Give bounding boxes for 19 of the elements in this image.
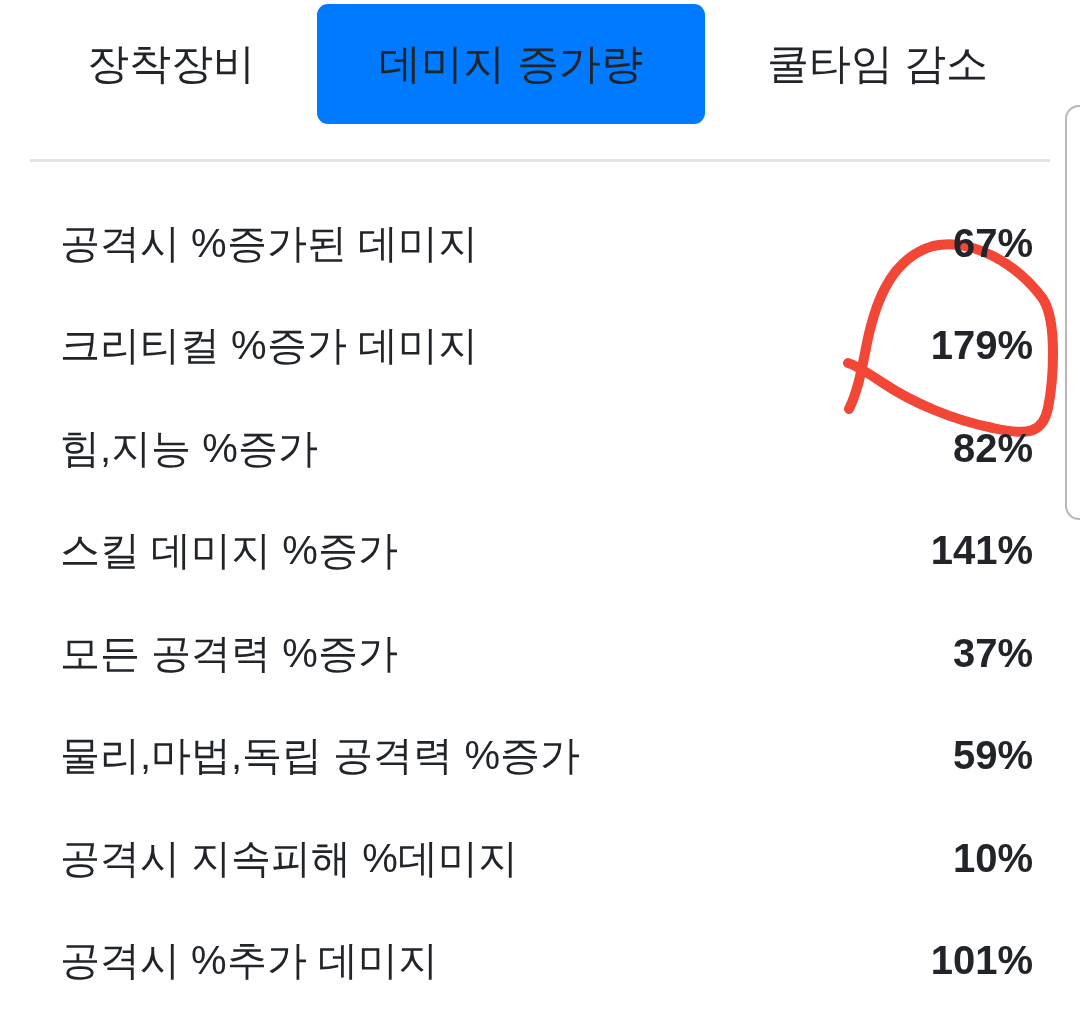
stat-label: 공격시 %추가 데미지 — [60, 937, 438, 985]
stat-value: 141% — [930, 528, 1033, 574]
stat-label: 스킬 데미지 %증가 — [60, 527, 398, 575]
stat-value: 67% — [952, 220, 1033, 266]
stat-value: 59% — [952, 733, 1033, 779]
stat-label: 크리티컬 %증가 데미지 — [60, 322, 478, 370]
stat-label: 물리,마법,독립 공격력 %증가 — [60, 732, 581, 780]
stat-label: 힘,지능 %증가 — [60, 424, 318, 472]
tab[interactable]: 쿨타임 감소 — [704, 4, 1051, 124]
stat-value: 37% — [952, 630, 1033, 676]
stat-value: 101% — [930, 938, 1033, 984]
stat-label: 공격시 지속피해 %데미지 — [60, 834, 518, 882]
stat-value: 179% — [930, 323, 1033, 369]
tab[interactable]: 데미지 증가량 — [317, 4, 705, 124]
tab[interactable]: 장착장비 — [25, 4, 317, 124]
stat-label: 공격시 %증가된 데미지 — [60, 219, 478, 267]
stat-value: 82% — [952, 425, 1033, 471]
stat-label: 모든 공격력 %증가 — [60, 629, 398, 677]
stat-value: 10% — [952, 835, 1033, 881]
